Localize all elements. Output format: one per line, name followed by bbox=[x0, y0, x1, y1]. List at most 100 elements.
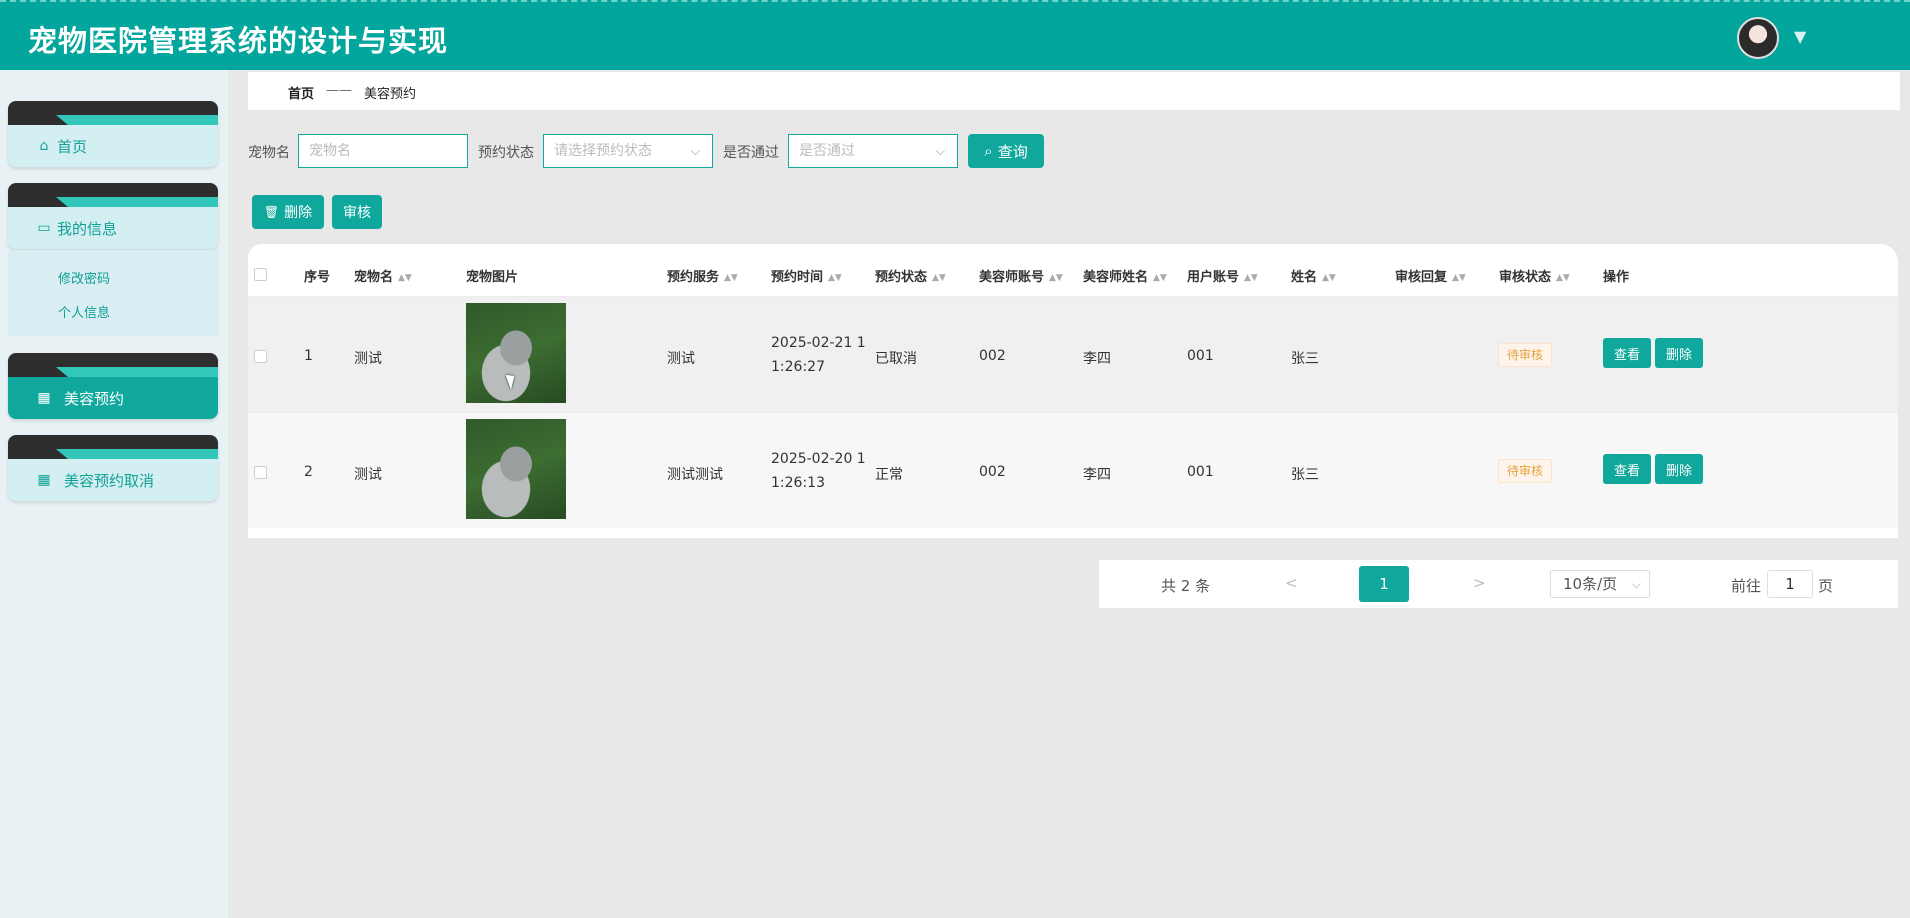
cell-name: 张三 bbox=[1291, 351, 1319, 367]
cell-service: 测试测试 bbox=[667, 467, 723, 483]
sidebar-item-label: 我的信息 bbox=[57, 219, 118, 238]
home-icon: ⌂ bbox=[39, 138, 49, 154]
sort-icon: ▲▼ bbox=[1049, 273, 1063, 283]
col-name[interactable]: 姓名 ▲▼ bbox=[1291, 266, 1336, 285]
cell-time-line1: 2025-02-21 1 bbox=[771, 335, 866, 351]
col-service[interactable]: 预约服务 ▲▼ bbox=[667, 266, 738, 285]
col-pet-name[interactable]: 宠物名 ▲▼ bbox=[354, 266, 412, 285]
sort-icon: ▲▼ bbox=[1153, 273, 1167, 283]
delete-button[interactable]: 删除 bbox=[1655, 338, 1703, 368]
status-select[interactable]: 请选择预约状态 ⌵ bbox=[543, 134, 713, 168]
cell-user-account: 001 bbox=[1187, 464, 1214, 480]
cell-time-line1: 2025-02-20 1 bbox=[771, 451, 866, 467]
cell-user-account: 001 bbox=[1187, 348, 1214, 364]
sidebar-subitem-change-password[interactable]: 修改密码 bbox=[58, 268, 110, 287]
sort-icon: ▲▼ bbox=[1556, 273, 1570, 283]
sidebar-subitem-personal-info[interactable]: 个人信息 bbox=[58, 302, 110, 321]
row-checkbox[interactable] bbox=[254, 350, 267, 363]
cell-time-line2: 1:26:27 bbox=[771, 359, 825, 375]
col-review-status[interactable]: 审核状态 ▲▼ bbox=[1499, 266, 1570, 285]
col-user-account[interactable]: 用户账号 ▲▼ bbox=[1187, 266, 1258, 285]
sidebar-item-my-info[interactable]: ▭ 我的信息 bbox=[8, 183, 218, 249]
pet-name-label: 宠物名 bbox=[248, 145, 290, 161]
prev-page-button[interactable]: < bbox=[1285, 574, 1298, 592]
sort-icon: ▲▼ bbox=[1244, 273, 1258, 283]
cell-status: 已取消 bbox=[875, 351, 917, 367]
col-actions: 操作 bbox=[1603, 270, 1630, 285]
table-row: 2 测试 测试测试 2025-02-20 1 1:26:13 正常 002 李四… bbox=[248, 412, 1898, 528]
breadcrumb-separator: —— bbox=[326, 83, 352, 98]
sort-icon: ▲▼ bbox=[1452, 273, 1466, 283]
review-button[interactable]: 审核 bbox=[332, 195, 382, 229]
table-header: 序号 宠物名 ▲▼ 宠物图片 预约服务 ▲▼ 预约时间 ▲▼ 预约状态 ▲▼ 美容师账号… bbox=[248, 244, 1898, 296]
cell-no: 2 bbox=[304, 464, 313, 480]
page-number-button[interactable]: 1 bbox=[1359, 566, 1409, 602]
chevron-down-icon: ⌵ bbox=[1631, 577, 1641, 591]
status-label: 预约状态 bbox=[478, 145, 534, 161]
sidebar-item-grooming[interactable]: ▦ 美容预约 bbox=[8, 353, 218, 419]
review-status-badge: 待审核 bbox=[1498, 459, 1553, 483]
col-status[interactable]: 预约状态 ▲▼ bbox=[875, 266, 946, 285]
cell-time-line2: 1:26:13 bbox=[771, 475, 825, 491]
view-button[interactable]: 查看 bbox=[1603, 454, 1651, 484]
search-icon: ⌕ bbox=[984, 142, 993, 160]
col-pet-image: 宠物图片 bbox=[466, 270, 519, 285]
sort-icon: ▲▼ bbox=[724, 273, 738, 283]
sort-icon: ▲▼ bbox=[932, 273, 946, 283]
breadcrumb: 首页 —— 美容预约 bbox=[248, 72, 1900, 110]
pass-select[interactable]: 是否通过 ⌵ bbox=[788, 134, 958, 168]
trash-icon: 🗑 bbox=[263, 205, 280, 219]
cell-groomer-name: 李四 bbox=[1083, 351, 1111, 367]
col-review-reply[interactable]: 审核回复 ▲▼ bbox=[1395, 266, 1466, 285]
cell-status: 正常 bbox=[875, 467, 903, 483]
delete-button[interactable]: 删除 bbox=[1655, 454, 1703, 484]
chevron-down-icon: ⌵ bbox=[690, 144, 700, 158]
cell-groomer-account: 002 bbox=[979, 464, 1006, 480]
cell-name: 张三 bbox=[1291, 467, 1319, 483]
row-checkbox[interactable] bbox=[254, 466, 267, 479]
sidebar-item-label: 美容预约 bbox=[64, 389, 125, 408]
sort-icon: ▲▼ bbox=[1322, 273, 1336, 283]
view-button[interactable]: 查看 bbox=[1603, 338, 1651, 368]
select-all-checkbox[interactable] bbox=[254, 268, 267, 281]
pet-photo[interactable] bbox=[466, 419, 566, 519]
grid-icon: ▦ bbox=[37, 390, 51, 406]
cell-no: 1 bbox=[304, 348, 313, 364]
user-avatar[interactable] bbox=[1737, 17, 1779, 59]
pagination: 共 2 条 < 1 > 10条/页 ⌵ 前往 1 页 bbox=[1099, 560, 1898, 608]
sidebar-item-grooming-cancel[interactable]: ▦ 美容预约取消 bbox=[8, 435, 218, 501]
col-no: 序号 bbox=[304, 270, 331, 285]
chevron-down-icon: ⌵ bbox=[935, 144, 945, 158]
goto-label: 前往 bbox=[1731, 577, 1762, 595]
sort-icon: ▲▼ bbox=[828, 273, 842, 283]
review-status-badge: 待审核 bbox=[1498, 343, 1553, 367]
data-table: 序号 宠物名 ▲▼ 宠物图片 预约服务 ▲▼ 预约时间 ▲▼ 预约状态 ▲▼ 美容师账号… bbox=[248, 244, 1898, 538]
query-button[interactable]: ⌕ 查询 bbox=[968, 134, 1044, 168]
table-row: 1 测试 测试 2025-02-21 1 1:26:27 已取消 002 李四 … bbox=[248, 296, 1898, 412]
sidebar: ⌂ 首页 ▭ 我的信息 修改密码 个人信息 ▦ 美容预约 ▦ 美容预约取消 bbox=[0, 70, 228, 918]
sidebar-item-home[interactable]: ⌂ 首页 bbox=[8, 101, 218, 167]
sort-icon: ▲▼ bbox=[398, 273, 412, 283]
cell-service: 测试 bbox=[667, 351, 695, 367]
page-suffix: 页 bbox=[1818, 577, 1834, 595]
col-groomer-name[interactable]: 美容师姓名 ▲▼ bbox=[1083, 266, 1167, 285]
pass-label: 是否通过 bbox=[723, 145, 779, 161]
goto-page-input[interactable]: 1 bbox=[1767, 570, 1813, 598]
pagination-total: 共 2 条 bbox=[1161, 577, 1211, 595]
col-time[interactable]: 预约时间 ▲▼ bbox=[771, 266, 842, 285]
grid9-icon: ▦ bbox=[37, 472, 51, 488]
cell-pet-name: 测试 bbox=[354, 351, 382, 367]
col-groomer-account[interactable]: 美容师账号 ▲▼ bbox=[979, 266, 1063, 285]
cell-groomer-name: 李四 bbox=[1083, 467, 1111, 483]
batch-delete-button[interactable]: 🗑 删除 bbox=[252, 195, 324, 229]
pet-name-input[interactable]: 宠物名 bbox=[298, 134, 468, 168]
page-size-select[interactable]: 10条/页 ⌵ bbox=[1550, 570, 1650, 598]
caret-down-icon[interactable]: ▼ bbox=[1794, 27, 1806, 46]
sidebar-submenu: 修改密码 个人信息 bbox=[8, 250, 218, 336]
card-icon: ▭ bbox=[37, 220, 51, 236]
breadcrumb-current: 美容预约 bbox=[364, 87, 417, 102]
next-page-button[interactable]: > bbox=[1473, 574, 1486, 592]
breadcrumb-home[interactable]: 首页 bbox=[288, 83, 314, 102]
top-bar: 宠物医院管理系统的设计与实现 ▼ bbox=[0, 0, 1910, 70]
app-title: 宠物医院管理系统的设计与实现 bbox=[28, 24, 449, 58]
